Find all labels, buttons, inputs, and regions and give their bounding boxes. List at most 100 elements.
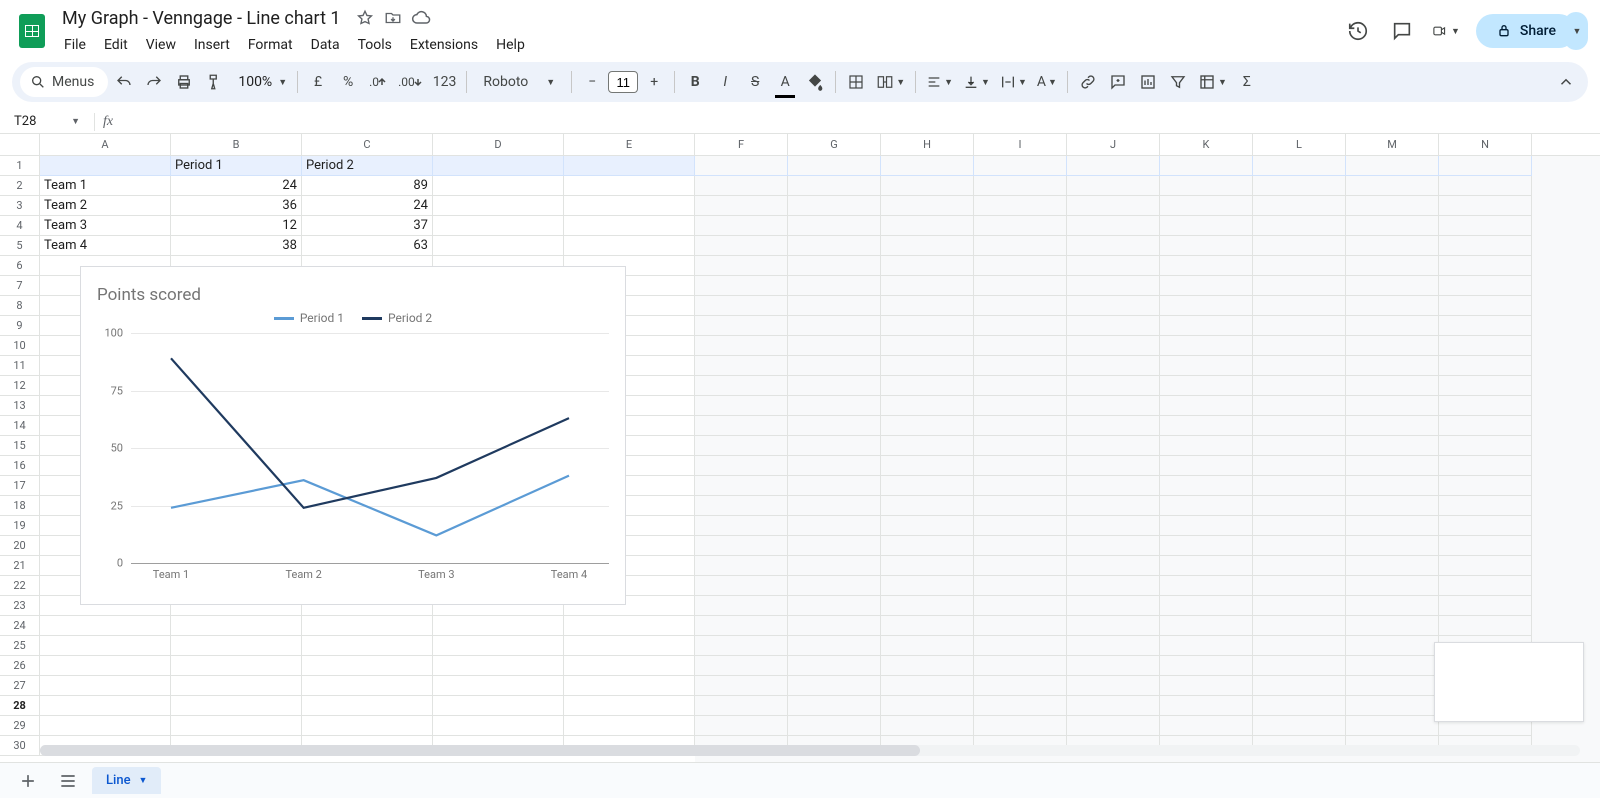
cell[interactable] bbox=[1253, 516, 1346, 536]
row-header[interactable]: 10 bbox=[0, 336, 39, 356]
cell[interactable] bbox=[1160, 236, 1253, 256]
cell[interactable] bbox=[695, 156, 788, 176]
row-header[interactable]: 22 bbox=[0, 576, 39, 596]
cell[interactable] bbox=[1439, 556, 1532, 576]
cell[interactable] bbox=[1067, 516, 1160, 536]
cell[interactable] bbox=[1346, 436, 1439, 456]
cell[interactable] bbox=[788, 596, 881, 616]
cell[interactable] bbox=[695, 436, 788, 456]
cell[interactable] bbox=[564, 716, 695, 736]
cell[interactable] bbox=[1160, 576, 1253, 596]
cell[interactable] bbox=[974, 396, 1067, 416]
row-header[interactable]: 26 bbox=[0, 656, 39, 676]
cell[interactable] bbox=[695, 636, 788, 656]
cell[interactable] bbox=[974, 636, 1067, 656]
cell[interactable] bbox=[1439, 176, 1532, 196]
cell[interactable] bbox=[881, 436, 974, 456]
row-header[interactable]: 11 bbox=[0, 356, 39, 376]
search-menus[interactable]: Menus bbox=[20, 67, 108, 97]
increase-font-size-button[interactable]: + bbox=[640, 68, 668, 96]
decrease-decimal-button[interactable]: .0 bbox=[364, 68, 392, 96]
cell[interactable] bbox=[881, 296, 974, 316]
italic-button[interactable]: I bbox=[711, 68, 739, 96]
cell[interactable] bbox=[1067, 476, 1160, 496]
cell[interactable] bbox=[1067, 196, 1160, 216]
cell[interactable] bbox=[1067, 696, 1160, 716]
cell[interactable]: Period 2 bbox=[302, 156, 433, 176]
cell[interactable] bbox=[695, 516, 788, 536]
document-title[interactable]: My Graph - Venngage - Line chart 1 bbox=[56, 6, 347, 31]
row-header[interactable]: 16 bbox=[0, 456, 39, 476]
cell[interactable] bbox=[171, 656, 302, 676]
zoom-dropdown[interactable]: 100%▼ bbox=[230, 68, 291, 96]
menu-extensions[interactable]: Extensions bbox=[402, 33, 486, 57]
cell[interactable] bbox=[974, 696, 1067, 716]
cell[interactable] bbox=[171, 636, 302, 656]
menu-help[interactable]: Help bbox=[488, 33, 533, 57]
cell[interactable] bbox=[788, 396, 881, 416]
cell[interactable] bbox=[1067, 536, 1160, 556]
cell[interactable] bbox=[881, 196, 974, 216]
cell[interactable] bbox=[1439, 476, 1532, 496]
cell[interactable] bbox=[40, 616, 171, 636]
cell[interactable] bbox=[564, 656, 695, 676]
all-sheets-button[interactable] bbox=[52, 767, 84, 795]
cell[interactable] bbox=[1346, 296, 1439, 316]
cell[interactable] bbox=[1253, 416, 1346, 436]
cell[interactable] bbox=[974, 296, 1067, 316]
menu-file[interactable]: File bbox=[56, 33, 94, 57]
cell[interactable] bbox=[1253, 676, 1346, 696]
cell[interactable] bbox=[302, 636, 433, 656]
cell[interactable] bbox=[1346, 236, 1439, 256]
cell[interactable] bbox=[881, 496, 974, 516]
cell[interactable] bbox=[302, 656, 433, 676]
cell[interactable] bbox=[881, 356, 974, 376]
strikethrough-button[interactable]: S bbox=[741, 68, 769, 96]
cell[interactable] bbox=[1160, 176, 1253, 196]
cell[interactable] bbox=[695, 616, 788, 636]
cell[interactable] bbox=[1160, 256, 1253, 276]
cell[interactable]: 36 bbox=[171, 196, 302, 216]
cell[interactable] bbox=[564, 236, 695, 256]
cell[interactable]: 24 bbox=[302, 196, 433, 216]
row-header[interactable]: 17 bbox=[0, 476, 39, 496]
cell[interactable]: 12 bbox=[171, 216, 302, 236]
column-header[interactable]: N bbox=[1439, 134, 1532, 155]
redo-button[interactable] bbox=[140, 68, 168, 96]
cell[interactable] bbox=[788, 356, 881, 376]
cell[interactable]: 89 bbox=[302, 176, 433, 196]
row-header[interactable]: 25 bbox=[0, 636, 39, 656]
cell[interactable] bbox=[1439, 356, 1532, 376]
cell[interactable] bbox=[695, 656, 788, 676]
cell[interactable] bbox=[1346, 396, 1439, 416]
cell[interactable] bbox=[695, 336, 788, 356]
cell[interactable] bbox=[1067, 596, 1160, 616]
cell[interactable] bbox=[1067, 496, 1160, 516]
cell[interactable] bbox=[974, 456, 1067, 476]
cell[interactable] bbox=[695, 316, 788, 336]
cell[interactable] bbox=[881, 416, 974, 436]
cell[interactable] bbox=[40, 636, 171, 656]
cell[interactable] bbox=[1160, 436, 1253, 456]
cell[interactable] bbox=[974, 516, 1067, 536]
row-header[interactable]: 21 bbox=[0, 556, 39, 576]
cell[interactable] bbox=[1346, 476, 1439, 496]
cell[interactable] bbox=[881, 456, 974, 476]
filter-views-button[interactable]: ▼ bbox=[1194, 68, 1231, 96]
cell[interactable] bbox=[881, 476, 974, 496]
cell[interactable] bbox=[302, 676, 433, 696]
cell[interactable] bbox=[695, 416, 788, 436]
cell[interactable] bbox=[881, 316, 974, 336]
cell[interactable] bbox=[433, 696, 564, 716]
cell[interactable] bbox=[1067, 636, 1160, 656]
cell[interactable] bbox=[695, 676, 788, 696]
cell[interactable] bbox=[1253, 336, 1346, 356]
row-header[interactable]: 8 bbox=[0, 296, 39, 316]
cell[interactable] bbox=[1253, 476, 1346, 496]
cell[interactable] bbox=[1346, 276, 1439, 296]
cell[interactable] bbox=[695, 496, 788, 516]
column-header[interactable]: B bbox=[171, 134, 302, 155]
merge-cells-button[interactable]: ▼ bbox=[872, 68, 909, 96]
cell[interactable] bbox=[1067, 576, 1160, 596]
cell[interactable] bbox=[1253, 396, 1346, 416]
